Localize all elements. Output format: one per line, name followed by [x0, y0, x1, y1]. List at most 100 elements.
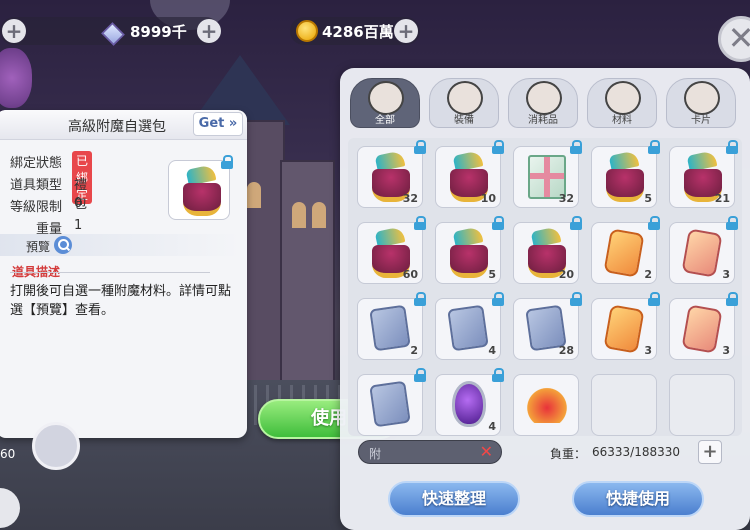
item-thumbnail — [168, 155, 233, 220]
inventory-slot[interactable]: 3 — [591, 292, 660, 360]
enchant-basket-icon — [448, 229, 490, 278]
item-count: 20 — [558, 268, 574, 281]
add-left-button[interactable]: + — [2, 19, 26, 43]
coin-amount: 4286百萬 — [322, 22, 394, 41]
lock-icon — [648, 216, 660, 230]
tab-1[interactable]: 裝備 — [429, 78, 499, 128]
purple-gem-icon — [452, 381, 486, 427]
item-count: 60 — [402, 268, 418, 281]
lock-icon — [414, 216, 426, 230]
lock-icon — [648, 292, 660, 306]
add-gems-button[interactable]: + — [197, 19, 221, 43]
inventory-slot[interactable]: 21 — [669, 140, 738, 208]
quick-use-button[interactable]: 快捷使用 — [572, 481, 704, 517]
inventory-slot[interactable]: 5 — [435, 216, 504, 284]
all-icon — [368, 81, 404, 115]
item-description: 打開後可自選一種附魔材料。詳情可點選【預覽】查看。 — [10, 284, 232, 318]
tab-0[interactable]: 全部 — [350, 78, 420, 128]
inventory-slot[interactable]: 3 — [669, 216, 738, 284]
card-icon — [684, 81, 720, 115]
expand-capacity-button[interactable]: + — [698, 440, 722, 464]
window — [312, 202, 326, 228]
item-count: 3 — [722, 344, 730, 357]
item-count: 3 — [644, 344, 652, 357]
weight-capacity-label: 負重： — [550, 447, 587, 461]
weight-capacity-value: 66333/188330 — [592, 445, 681, 459]
item-count: 4 — [488, 344, 496, 357]
equipment-icon — [447, 81, 483, 115]
inventory-slot[interactable]: 32 — [357, 140, 426, 208]
red-wing-icon — [524, 385, 570, 423]
inventory-slot[interactable]: 2 — [591, 216, 660, 284]
inventory-slot[interactable]: 28 — [513, 292, 582, 360]
sword-shard-icon — [603, 228, 645, 278]
enchant-basket-icon — [181, 167, 223, 216]
add-coins-button[interactable]: + — [394, 19, 418, 43]
window — [292, 202, 306, 228]
lock-icon — [492, 368, 504, 382]
sword-card-icon — [369, 304, 411, 352]
coin-icon — [296, 20, 318, 42]
inventory-slot[interactable]: 4 — [435, 368, 504, 436]
inventory-slot[interactable]: 5 — [591, 140, 660, 208]
item-type-label: 道具類型 — [9, 178, 62, 193]
inventory-slot[interactable] — [357, 368, 426, 436]
character-sprite — [0, 48, 32, 108]
item-count: 28 — [558, 344, 574, 357]
search-icon[interactable] — [54, 236, 72, 254]
material-icon — [605, 81, 641, 115]
inventory-slot[interactable]: 2 — [357, 292, 426, 360]
preview-bar[interactable]: 預覽 — [0, 234, 241, 256]
lock-icon — [726, 292, 738, 306]
lock-icon — [221, 155, 233, 169]
clear-filter-icon[interactable]: ✕ — [480, 442, 493, 461]
tab-label: 裝備 — [454, 115, 474, 126]
tab-4[interactable]: 卡片 — [666, 78, 736, 128]
consumable-icon — [526, 81, 562, 115]
gem-currency-bar: + 8999千 + — [0, 17, 221, 45]
character-avatar[interactable] — [32, 422, 80, 470]
item-detail-panel: 高級附魔自選包 Get » 綁定狀態 已綁定 道具類型 禮包 等級限制 0 重量… — [0, 110, 247, 438]
inventory-slot[interactable]: 32 — [513, 140, 582, 208]
tab-label: 消耗品 — [528, 115, 558, 126]
item-count: 3 — [722, 268, 730, 281]
tab-3[interactable]: 材料 — [587, 78, 657, 128]
left-counter: 60 — [0, 447, 16, 461]
inventory-slot[interactable]: 3 — [669, 292, 738, 360]
tab-2[interactable]: 消耗品 — [508, 78, 578, 128]
inventory-slot[interactable]: 4 — [435, 292, 504, 360]
inventory-panel: 全部 裝備 消耗品 材料 卡片 32 10 32 5 21 60 5 20 2 3 2 4 28 3 3 4 附 ✕ … — [340, 68, 750, 530]
gem-amount: 8999千 — [130, 23, 187, 41]
preview-label: 預覽 — [26, 240, 51, 254]
armor-card-icon — [447, 304, 489, 352]
inventory-slot[interactable]: 20 — [513, 216, 582, 284]
filter-field[interactable]: 附 ✕ — [358, 440, 502, 464]
armor-shard-icon — [681, 228, 723, 278]
item-count: 2 — [644, 268, 652, 281]
lock-icon — [570, 216, 582, 230]
inventory-slot[interactable]: 60 — [357, 216, 426, 284]
gem-icon — [100, 22, 124, 42]
inventory-slot[interactable] — [591, 374, 657, 436]
divider — [10, 272, 210, 273]
ring-shard-icon — [603, 304, 645, 354]
inventory-slot[interactable] — [513, 374, 579, 436]
item-count: 2 — [410, 344, 418, 357]
castle-building — [280, 160, 335, 390]
tab-label: 卡片 — [691, 115, 711, 126]
inventory-slot[interactable] — [669, 374, 735, 436]
window — [247, 182, 261, 208]
lock-icon — [492, 216, 504, 230]
armor-shard-icon — [681, 304, 723, 354]
quick-sort-button[interactable]: 快速整理 — [388, 481, 520, 517]
enchant-basket-icon — [604, 153, 646, 202]
lock-icon — [726, 140, 738, 154]
coin-currency-bar: 4286百萬 + — [290, 17, 420, 45]
get-button[interactable]: Get » — [193, 112, 243, 136]
item-count: 5 — [644, 192, 652, 205]
item-count: 32 — [558, 192, 574, 205]
inventory-slot[interactable]: 10 — [435, 140, 504, 208]
filter-text: 附 — [369, 447, 382, 461]
lock-icon — [414, 368, 426, 382]
item-count: 4 — [488, 420, 496, 433]
